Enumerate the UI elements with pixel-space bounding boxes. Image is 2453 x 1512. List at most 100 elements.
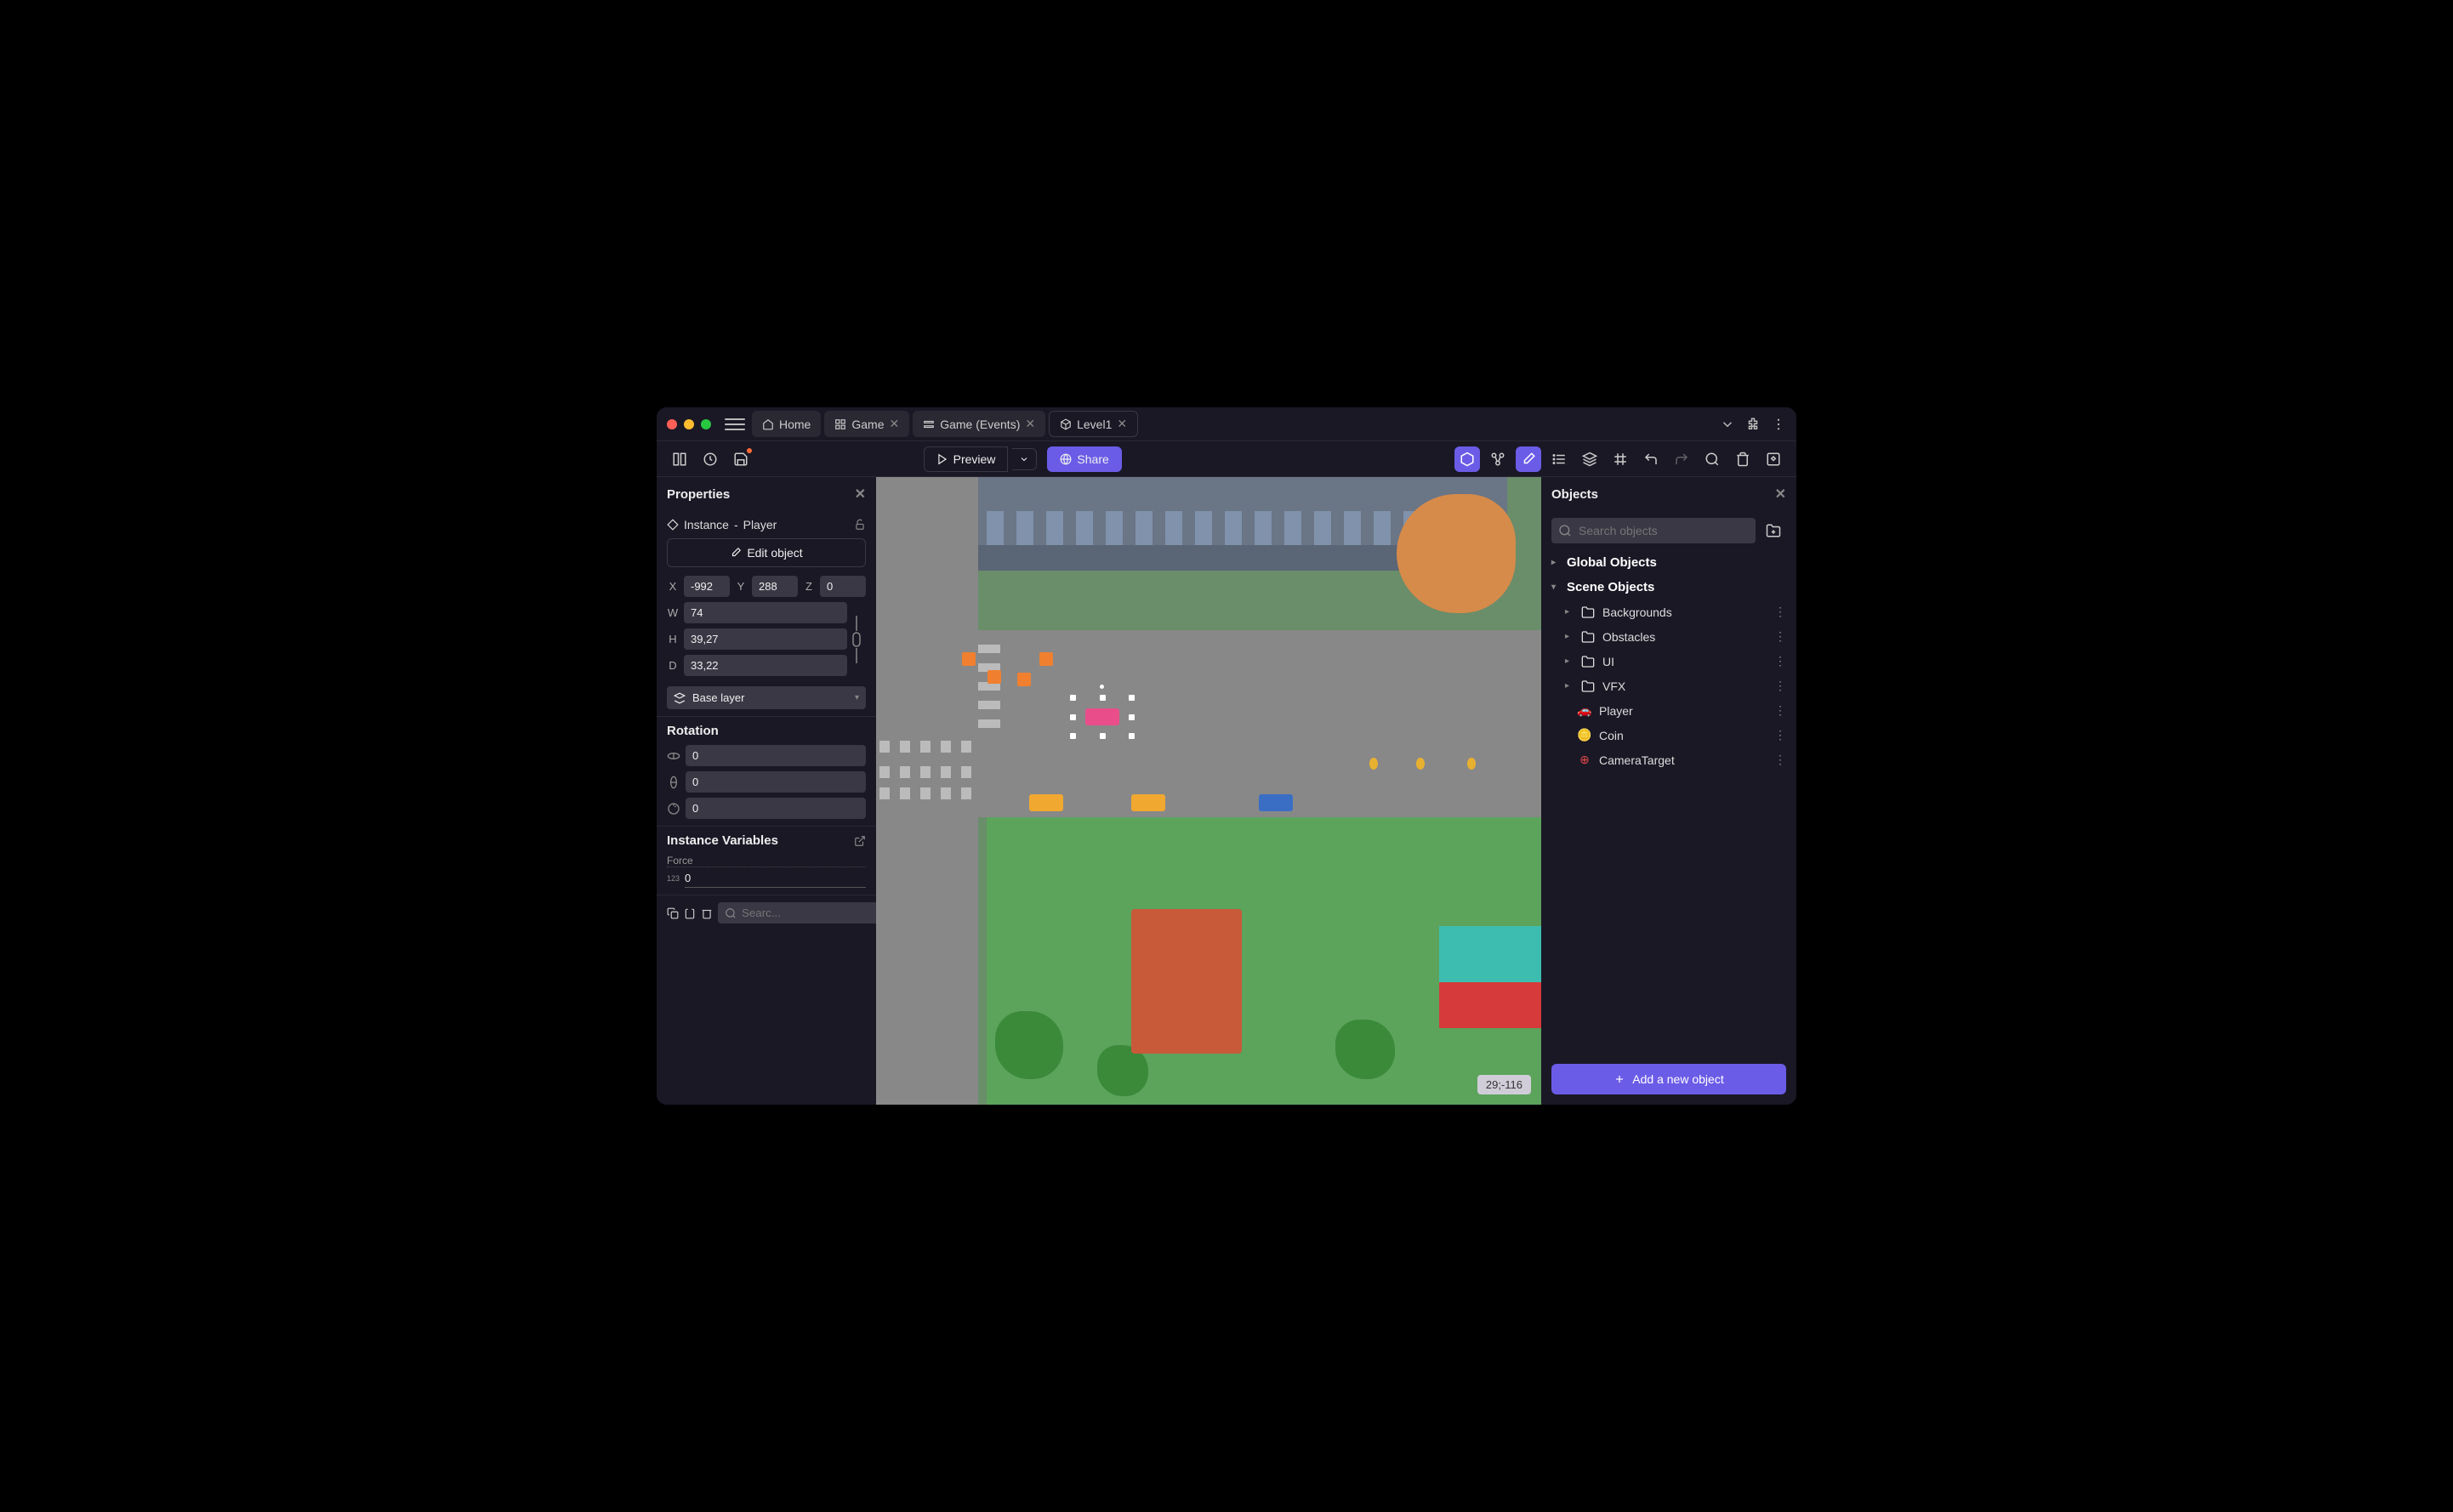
folder-obstacles[interactable]: ▸ Obstacles ⋮ [1541,624,1796,649]
share-button[interactable]: Share [1047,446,1121,472]
link-dimensions-icon[interactable] [847,614,866,665]
close-properties-icon[interactable]: ✕ [855,486,866,503]
scene-objects-group[interactable]: ▾ Scene Objects [1541,575,1796,600]
tab-game-events[interactable]: Game (Events) ✕ [913,411,1045,437]
preview-button[interactable]: Preview [924,446,1009,472]
zoom-button[interactable] [1699,446,1725,472]
body: Properties ✕ Instance - Player Edit obje… [657,477,1796,1105]
delete-var-button[interactable] [701,904,713,923]
delete-button[interactable] [1730,446,1756,472]
house-object[interactable] [1439,926,1541,1028]
search-icon [1558,524,1572,537]
folder-label: UI [1602,655,1614,668]
d-input[interactable] [684,655,847,676]
close-objects-icon[interactable]: ✕ [1775,486,1786,503]
view-graph-button[interactable] [1485,446,1511,472]
object-camera-target[interactable]: ⊕ CameraTarget ⋮ [1541,747,1796,772]
folder-ui[interactable]: ▸ UI ⋮ [1541,649,1796,674]
object-coin[interactable]: 🪙 Coin ⋮ [1541,723,1796,747]
chevron-down-icon: ▾ [855,693,859,702]
chevron-right-icon: ▸ [1565,657,1574,666]
folder-backgrounds[interactable]: ▸ Backgrounds ⋮ [1541,600,1796,624]
grid-button[interactable] [1608,446,1633,472]
tab-level1[interactable]: Level1 ✕ [1049,411,1138,437]
objects-header: Objects ✕ [1541,477,1796,511]
close-tab-icon[interactable]: ✕ [889,417,899,431]
minimize-window-button[interactable] [684,419,694,429]
more-vertical-icon[interactable]: ⋮ [1774,728,1786,742]
open-external-icon[interactable] [854,835,866,847]
global-objects-group[interactable]: ▸ Global Objects [1541,550,1796,575]
list-button[interactable] [1546,446,1572,472]
more-vertical-icon[interactable]: ⋮ [1774,753,1786,767]
coin-object[interactable] [1467,758,1476,770]
rotation-z-input[interactable] [686,798,866,819]
properties-header: Properties ✕ [657,477,876,511]
car-obstacle[interactable] [1029,794,1063,811]
lock-icon[interactable] [854,519,866,531]
more-vertical-icon[interactable]: ⋮ [1774,629,1786,644]
tab-home[interactable]: Home [752,411,821,437]
preview-dropdown-button[interactable] [1012,448,1037,470]
maximize-window-button[interactable] [701,419,711,429]
copy-var-button[interactable] [667,904,679,923]
bush-object[interactable] [995,1011,1063,1079]
tabs: Home Game ✕ Game (Events) ✕ Level1 ✕ [752,411,1720,437]
selection-box[interactable] [1073,698,1131,736]
car-obstacle[interactable] [1131,794,1165,811]
layers-button[interactable] [1577,446,1602,472]
rotation-x-input[interactable] [686,745,866,766]
history-button[interactable] [697,446,723,472]
var-value-input[interactable] [685,869,866,888]
settings-button[interactable] [1761,446,1786,472]
more-vertical-icon[interactable]: ⋮ [1774,654,1786,668]
group-label: Scene Objects [1567,580,1654,594]
more-vertical-icon[interactable]: ⋮ [1774,605,1786,619]
objects-panel: Objects ✕ ▸ Global Objects ▾ Scene Objec… [1541,477,1796,1105]
properties-panel: Properties ✕ Instance - Player Edit obje… [657,477,876,1105]
folder-vfx[interactable]: ▸ VFX ⋮ [1541,674,1796,698]
car-obstacle[interactable] [1259,794,1293,811]
layer-select[interactable]: Base layer ▾ [667,686,866,709]
close-tab-icon[interactable]: ✕ [1117,417,1127,431]
extension-icon[interactable] [1745,417,1761,432]
w-input[interactable] [684,602,847,623]
chevron-down-icon[interactable] [1720,417,1735,432]
more-vertical-icon[interactable] [1771,417,1786,432]
edit-mode-button[interactable] [1516,446,1541,472]
x-input[interactable] [684,576,730,597]
z-input[interactable] [820,576,866,597]
var-search-input[interactable] [742,907,876,919]
events-icon [923,418,935,430]
rotation-y-input[interactable] [686,771,866,793]
edit-object-button[interactable]: Edit object [667,538,866,567]
close-window-button[interactable] [667,419,677,429]
tab-game[interactable]: Game ✕ [824,411,909,437]
object-player[interactable]: 🚗 Player ⋮ [1541,698,1796,723]
coin-object[interactable] [1416,758,1425,770]
objects-search-input[interactable] [1579,524,1749,537]
paste-var-button[interactable] [684,904,696,923]
y-input[interactable] [752,576,798,597]
more-vertical-icon[interactable]: ⋮ [1774,703,1786,718]
panel-toggle-button[interactable] [667,446,692,472]
more-vertical-icon[interactable]: ⋮ [1774,679,1786,693]
menu-button[interactable] [725,414,745,435]
objects-search[interactable] [1551,518,1756,543]
add-object-button[interactable]: Add a new object [1551,1064,1786,1094]
h-input[interactable] [684,628,847,650]
redo-button[interactable] [1669,446,1694,472]
tree-object[interactable] [1397,494,1516,613]
new-folder-button[interactable] [1761,518,1786,543]
chevron-right-icon: ▸ [1565,681,1574,691]
tower-object[interactable] [1131,909,1242,1054]
var-search[interactable] [718,902,876,924]
view-3d-button[interactable] [1454,446,1480,472]
undo-button[interactable] [1638,446,1664,472]
close-tab-icon[interactable]: ✕ [1025,417,1035,431]
bush-object[interactable] [1335,1020,1395,1079]
coin-object[interactable] [1369,758,1378,770]
viewport[interactable]: 29;-116 [876,477,1541,1105]
object-label: CameraTarget [1599,753,1675,767]
save-button[interactable] [728,446,754,472]
